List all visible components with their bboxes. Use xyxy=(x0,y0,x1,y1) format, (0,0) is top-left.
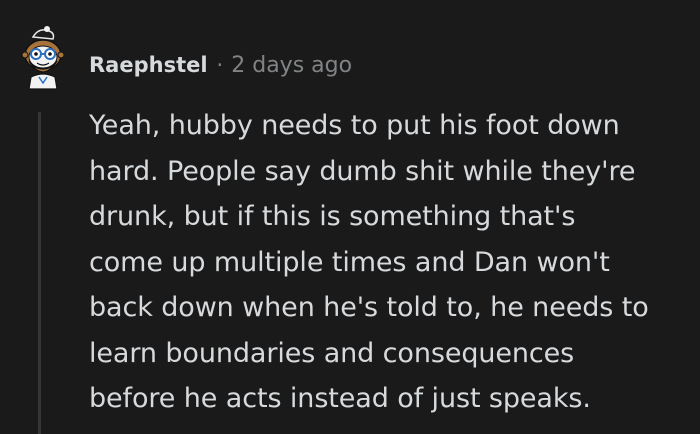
comment-meta: Raephstel · 2 days ago xyxy=(89,50,352,80)
meta-separator: · xyxy=(216,53,224,77)
comment-body: Yeah, hubby needs to put his foot down h… xyxy=(89,103,689,422)
comment-line: before he acts instead of just speaks. xyxy=(89,383,591,414)
comment-line: come up multiple times and Dan won't xyxy=(89,246,610,278)
comment: Raephstel · 2 days ago Yeah, hubby needs… xyxy=(0,0,700,434)
comment-line: hard. People say dumb shit while they're xyxy=(89,155,636,187)
author-name[interactable]: Raephstel xyxy=(89,53,208,77)
comment-line: learn boundaries and consequences xyxy=(89,337,575,369)
avatar[interactable] xyxy=(13,25,73,91)
comment-line: Yeah, hubby needs to put his foot down xyxy=(89,110,620,141)
comment-line: back down when he's told to, he needs to xyxy=(89,292,649,323)
comment-line: drunk, but if this is something that's xyxy=(89,201,576,232)
thread-collapse-line[interactable] xyxy=(38,112,41,434)
timestamp[interactable]: 2 days ago xyxy=(231,53,352,78)
snoo-avatar-icon xyxy=(21,26,65,90)
